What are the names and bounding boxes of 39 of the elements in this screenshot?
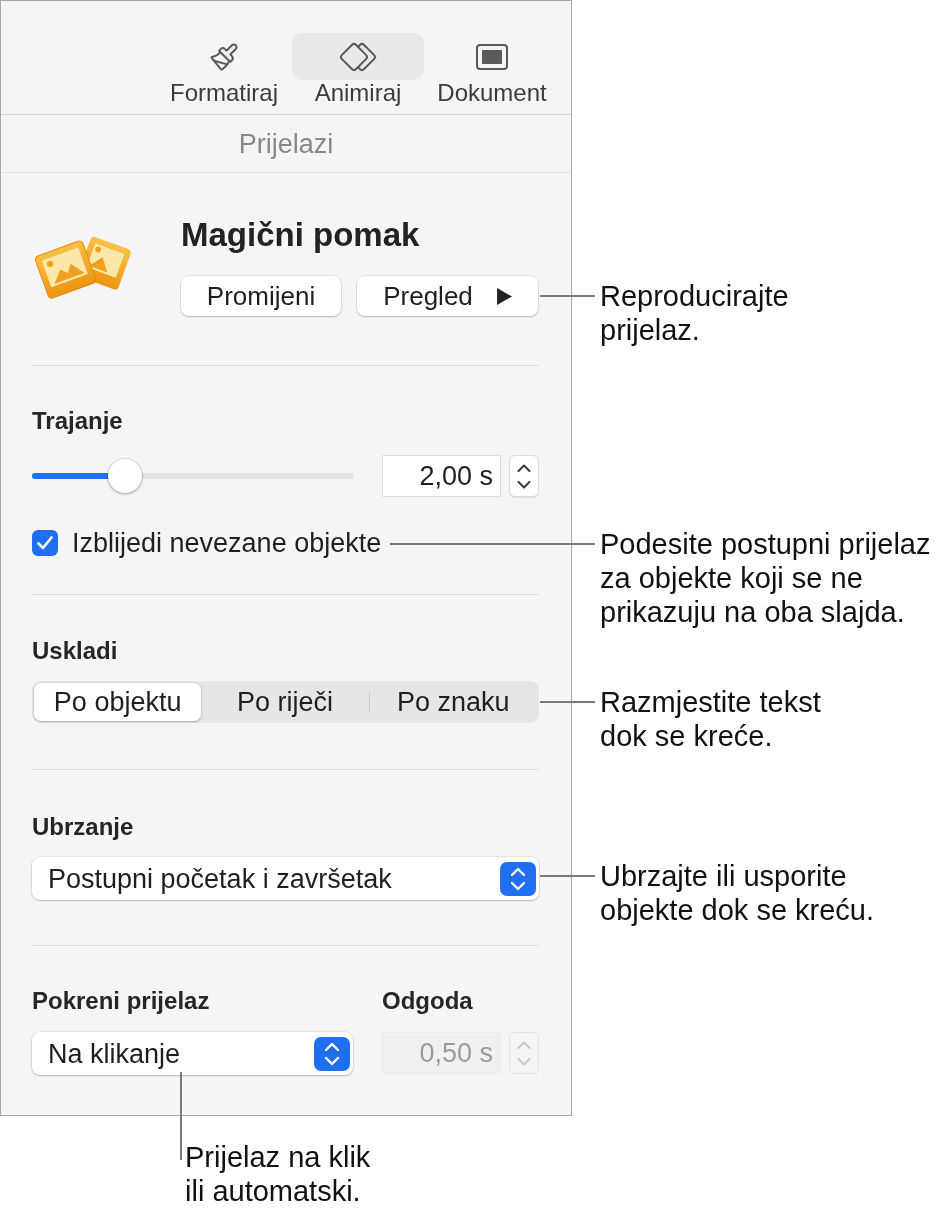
change-button[interactable]: Promijeni <box>181 276 341 316</box>
section-label: Uskladi <box>32 636 118 666</box>
preview-button[interactable]: Pregled <box>357 276 538 316</box>
stepper-control[interactable] <box>509 455 539 497</box>
dropdown[interactable]: Postupni početak i završetak <box>32 857 539 900</box>
callout-text: Podesite postupni prijelaz za objekte koji se ne prikazuju na oba slajda. <box>600 527 931 629</box>
toolbar-tab[interactable]: Animiraj <box>292 33 424 114</box>
segmented-option[interactable]: Po znaku <box>369 683 537 721</box>
section-label: Ubrzanje <box>32 812 134 842</box>
toolbar-tab[interactable]: Dokument <box>426 33 558 114</box>
dropdown[interactable]: Na klikanje <box>32 1032 353 1075</box>
checkbox[interactable] <box>32 530 58 556</box>
callout-text: Prijelaz na klik ili automatski. <box>185 1140 371 1208</box>
toolbar-tab[interactable]: Formatiraj <box>158 33 290 114</box>
number-field[interactable]: 2,00 s <box>382 455 501 497</box>
chevron-down-icon[interactable] <box>517 480 531 489</box>
leader-line <box>540 875 595 877</box>
paintbrush-icon <box>209 41 239 72</box>
leader-line <box>540 295 595 297</box>
up-down-chevron-icon <box>314 1036 350 1071</box>
chevron-up-icon[interactable] <box>517 463 531 472</box>
slider-thumb[interactable] <box>108 459 143 493</box>
section-label: Odgoda <box>382 986 473 1016</box>
diamonds-icon <box>292 33 424 80</box>
segmented-option[interactable]: Po riječi <box>201 683 369 721</box>
section-label: Pokreni prijelaz <box>32 986 210 1016</box>
panel-title: Prijelazi <box>238 127 334 160</box>
callout-text: Reproducirajte prijelaz. <box>600 279 789 347</box>
leader-line <box>540 701 595 703</box>
play-icon <box>496 287 512 305</box>
checkmark-icon <box>37 536 53 550</box>
section-label: Trajanje <box>32 406 123 436</box>
up-down-chevron-icon <box>500 861 536 896</box>
checkbox-label: Izblijedi nevezane objekte <box>72 528 382 558</box>
framed-rectangle-icon <box>476 43 508 70</box>
callout-text: Razmjestite tekst dok se kreće. <box>600 685 821 753</box>
segmented-option[interactable]: Po objektu <box>34 683 202 721</box>
callout-text: Ubrzajte ili usporite objekte dok se kreću. <box>600 859 875 927</box>
transition-title: Magični pomak <box>181 215 420 255</box>
